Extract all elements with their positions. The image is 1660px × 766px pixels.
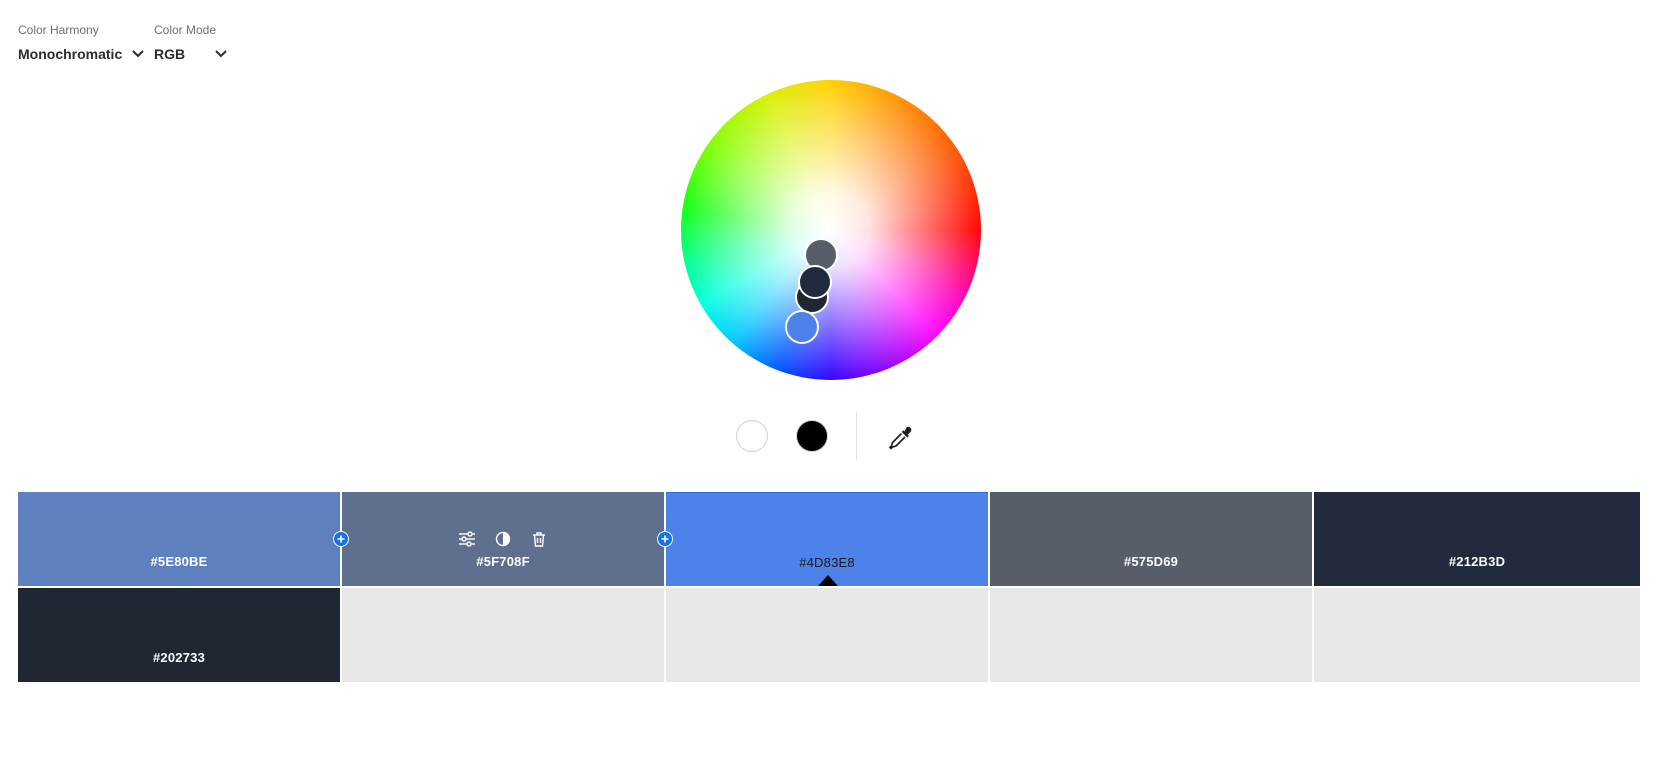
swatch-hex[interactable]: #202733: [18, 650, 340, 665]
sliders-icon[interactable]: [458, 530, 476, 548]
color-mode-dropdown[interactable]: Color Mode RGB: [154, 22, 227, 62]
swatch-hex[interactable]: #575D69: [990, 554, 1312, 569]
swatch-6[interactable]: #202733: [18, 588, 340, 682]
color-mode-value: RGB: [154, 46, 186, 62]
empty-swatch[interactable]: [1314, 588, 1640, 682]
divider: [856, 412, 857, 460]
swatch-3-selected[interactable]: #4D83E8: [666, 492, 988, 586]
color-harmony-label: Color Harmony: [18, 23, 99, 37]
swatch-hex[interactable]: #5E80BE: [18, 554, 340, 569]
white-swatch-button[interactable]: [736, 420, 768, 452]
color-wheel-markers[interactable]: [681, 80, 981, 380]
swatch-4[interactable]: #575D69: [990, 492, 1312, 586]
color-mode-select[interactable]: RGB: [154, 46, 227, 62]
harmony-axis-tick: [827, 221, 830, 231]
color-marker[interactable]: [798, 265, 832, 299]
eyedropper-icon[interactable]: [887, 424, 913, 450]
plus-icon: [661, 535, 669, 543]
color-harmony-dropdown[interactable]: Color Harmony Monochromatic: [18, 22, 144, 62]
chevron-down-icon: [132, 50, 144, 58]
swatch-2[interactable]: #5F708F: [342, 492, 664, 586]
contrast-icon[interactable]: [494, 530, 512, 548]
swatch-hex[interactable]: #212B3D: [1314, 554, 1640, 569]
swatch-5[interactable]: #212B3D: [1314, 492, 1640, 586]
add-swatch-button[interactable]: [657, 531, 673, 547]
color-harmony-select[interactable]: Monochromatic: [18, 46, 144, 62]
black-swatch-button[interactable]: [796, 420, 828, 452]
color-harmony-value: Monochromatic: [18, 46, 123, 62]
swatch-grid: #5E80BE #5F708F #4D83E8 #575D69 #212B3D …: [18, 492, 1640, 684]
color-marker-selected[interactable]: [785, 310, 819, 344]
trash-icon[interactable]: [530, 530, 548, 548]
swatch-tools: [342, 530, 664, 548]
swatch-1[interactable]: #5E80BE: [18, 492, 340, 586]
swatch-hex[interactable]: #4D83E8: [666, 555, 988, 570]
plus-icon: [337, 535, 345, 543]
empty-swatch[interactable]: [342, 588, 664, 682]
chevron-down-icon: [215, 50, 227, 58]
selected-indicator-arrow: [818, 575, 838, 586]
add-swatch-button[interactable]: [333, 531, 349, 547]
swatch-hex[interactable]: #5F708F: [342, 554, 664, 569]
color-mode-label: Color Mode: [154, 23, 217, 37]
empty-swatch[interactable]: [666, 588, 988, 682]
empty-swatch[interactable]: [990, 588, 1312, 682]
